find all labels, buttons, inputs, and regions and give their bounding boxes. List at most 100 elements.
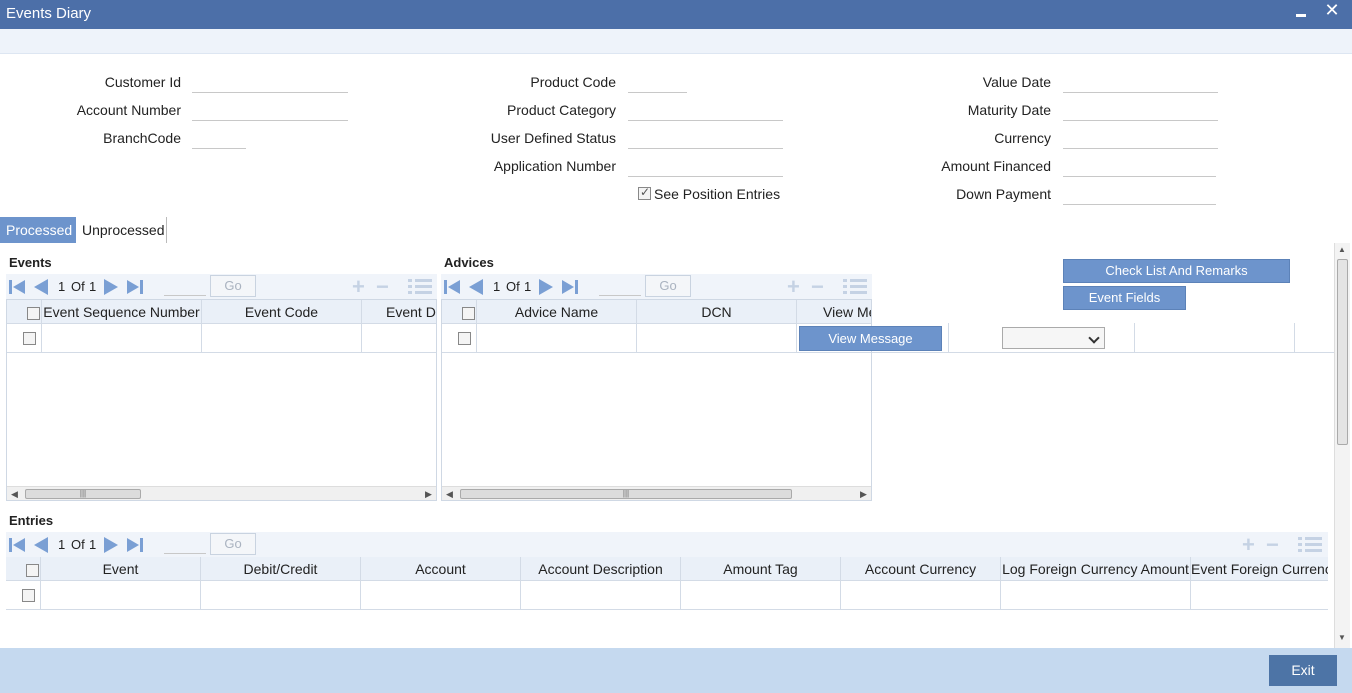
entries-page-total: 1 [89, 537, 97, 552]
last-page-icon[interactable] [126, 536, 144, 554]
scroll-up-icon[interactable]: ▲ [1338, 245, 1346, 254]
events-col-description[interactable]: Event De [362, 300, 436, 324]
advices-page-of: Of [506, 279, 520, 294]
scroll-right-icon[interactable]: ▶ [425, 487, 432, 500]
table-row[interactable] [6, 581, 1328, 610]
events-col-code[interactable]: Event Code [202, 300, 362, 324]
advices-go-button[interactable]: Go [645, 275, 691, 297]
view-message-button[interactable]: View Message [799, 326, 942, 351]
advices-toolbar: 1 Of 1 Go + − [441, 274, 872, 300]
next-page-icon[interactable] [102, 536, 120, 554]
entries-col-event-fcy[interactable]: Event Foreign Currency [1191, 557, 1328, 581]
last-page-icon[interactable] [561, 278, 579, 296]
title-bar: Events Diary ✕ [0, 0, 1352, 29]
events-horizontal-scrollbar[interactable]: ◀ ||| ▶ [7, 486, 436, 500]
amount-financed-field[interactable] [1063, 157, 1216, 177]
value-date-label: Value Date [982, 74, 1051, 90]
branch-code-label: BranchCode [103, 130, 181, 146]
entries-page-input[interactable] [164, 534, 206, 554]
row-checkbox[interactable] [458, 332, 471, 345]
product-category-field[interactable] [628, 101, 783, 121]
single-view-icon[interactable] [408, 278, 432, 296]
advices-select-all-checkbox[interactable] [462, 307, 475, 320]
previous-page-icon[interactable] [32, 278, 50, 296]
row-checkbox[interactable] [22, 589, 35, 602]
tab-processed[interactable]: Processed [0, 217, 76, 243]
entries-col-lcy-amount[interactable]: Log Foreign Currency Amount [1001, 557, 1191, 581]
advices-page-total: 1 [524, 279, 532, 294]
entries-go-button[interactable]: Go [210, 533, 256, 555]
entries-toolbar: 1 Of 1 Go + − [6, 532, 1328, 558]
advices-col-name[interactable]: Advice Name [477, 300, 637, 324]
value-date-field[interactable] [1063, 73, 1218, 93]
table-row[interactable] [7, 324, 436, 353]
checklist-remarks-button[interactable]: Check List And Remarks [1063, 259, 1290, 283]
entries-col-account-description[interactable]: Account Description [521, 557, 681, 581]
first-page-icon[interactable] [443, 278, 461, 296]
events-col-sequence[interactable]: Event Sequence Number [42, 300, 202, 324]
minimize-icon[interactable] [1292, 2, 1312, 24]
product-code-field[interactable] [628, 73, 687, 93]
currency-label: Currency [994, 130, 1051, 146]
currency-field[interactable] [1063, 129, 1218, 149]
account-number-field[interactable] [192, 101, 348, 121]
entries-page-current: 1 [58, 537, 66, 552]
single-view-icon[interactable] [1298, 536, 1322, 554]
scroll-right-icon[interactable]: ▶ [860, 487, 867, 500]
last-page-icon[interactable] [126, 278, 144, 296]
add-row-icon[interactable]: + [1242, 534, 1255, 556]
down-payment-field[interactable] [1063, 185, 1216, 205]
entries-page-of: Of [71, 537, 85, 552]
advices-col-dcn[interactable]: DCN [637, 300, 797, 324]
entries-col-account[interactable]: Account [361, 557, 521, 581]
delete-row-icon[interactable]: − [376, 276, 389, 298]
add-row-icon[interactable]: + [787, 276, 800, 298]
entries-col-event[interactable]: Event [41, 557, 201, 581]
advices-horizontal-scrollbar[interactable]: ◀ ||| ▶ [442, 486, 871, 500]
user-defined-status-label: User Defined Status [490, 130, 616, 146]
application-number-label: Application Number [493, 158, 616, 174]
entries-select-all-checkbox[interactable] [26, 564, 39, 577]
single-view-icon[interactable] [843, 278, 867, 296]
advices-page-input[interactable] [599, 276, 641, 296]
events-go-button[interactable]: Go [210, 275, 256, 297]
previous-page-icon[interactable] [32, 536, 50, 554]
product-code-label: Product Code [530, 74, 616, 90]
vertical-scrollbar[interactable]: ▲ ▼ [1334, 243, 1350, 648]
maturity-date-field[interactable] [1063, 101, 1218, 121]
application-number-field[interactable] [628, 157, 783, 177]
entries-grid: Event Debit/Credit Account Account Descr… [6, 557, 1328, 648]
events-select-all-checkbox[interactable] [27, 307, 40, 320]
previous-page-icon[interactable] [467, 278, 485, 296]
see-position-entries-checkbox[interactable] [638, 185, 651, 200]
see-position-entries-label: See Position Entries [654, 186, 781, 202]
row-checkbox[interactable] [23, 332, 36, 345]
delete-row-icon[interactable]: − [811, 276, 824, 298]
first-page-icon[interactable] [8, 278, 26, 296]
close-icon[interactable]: ✕ [1322, 0, 1342, 22]
events-grid: Event Sequence Number Event Code Event D… [6, 299, 437, 501]
entries-col-amount-tag[interactable]: Amount Tag [681, 557, 841, 581]
next-page-icon[interactable] [102, 278, 120, 296]
add-row-icon[interactable]: + [352, 276, 365, 298]
scroll-left-icon[interactable]: ◀ [446, 487, 453, 500]
advices-grid-header: Advice Name DCN View Me [442, 300, 871, 324]
event-fields-button[interactable]: Event Fields [1063, 286, 1186, 310]
advice-option-select[interactable] [1002, 327, 1105, 349]
entries-col-account-currency[interactable]: Account Currency [841, 557, 1001, 581]
entries-col-debit-credit[interactable]: Debit/Credit [201, 557, 361, 581]
scroll-left-icon[interactable]: ◀ [11, 487, 18, 500]
tab-unprocessed[interactable]: Unprocessed [76, 217, 167, 243]
delete-row-icon[interactable]: − [1266, 534, 1279, 556]
branch-code-field[interactable] [192, 129, 246, 149]
events-page-of: Of [71, 279, 85, 294]
entries-grid-header: Event Debit/Credit Account Account Descr… [6, 557, 1328, 581]
advices-col-view-message[interactable]: View Me [797, 300, 871, 324]
exit-button[interactable]: Exit [1269, 655, 1337, 686]
user-defined-status-field[interactable] [628, 129, 783, 149]
customer-id-field[interactable] [192, 73, 348, 93]
events-page-input[interactable] [164, 276, 206, 296]
next-page-icon[interactable] [537, 278, 555, 296]
first-page-icon[interactable] [8, 536, 26, 554]
scroll-down-icon[interactable]: ▼ [1338, 633, 1346, 642]
